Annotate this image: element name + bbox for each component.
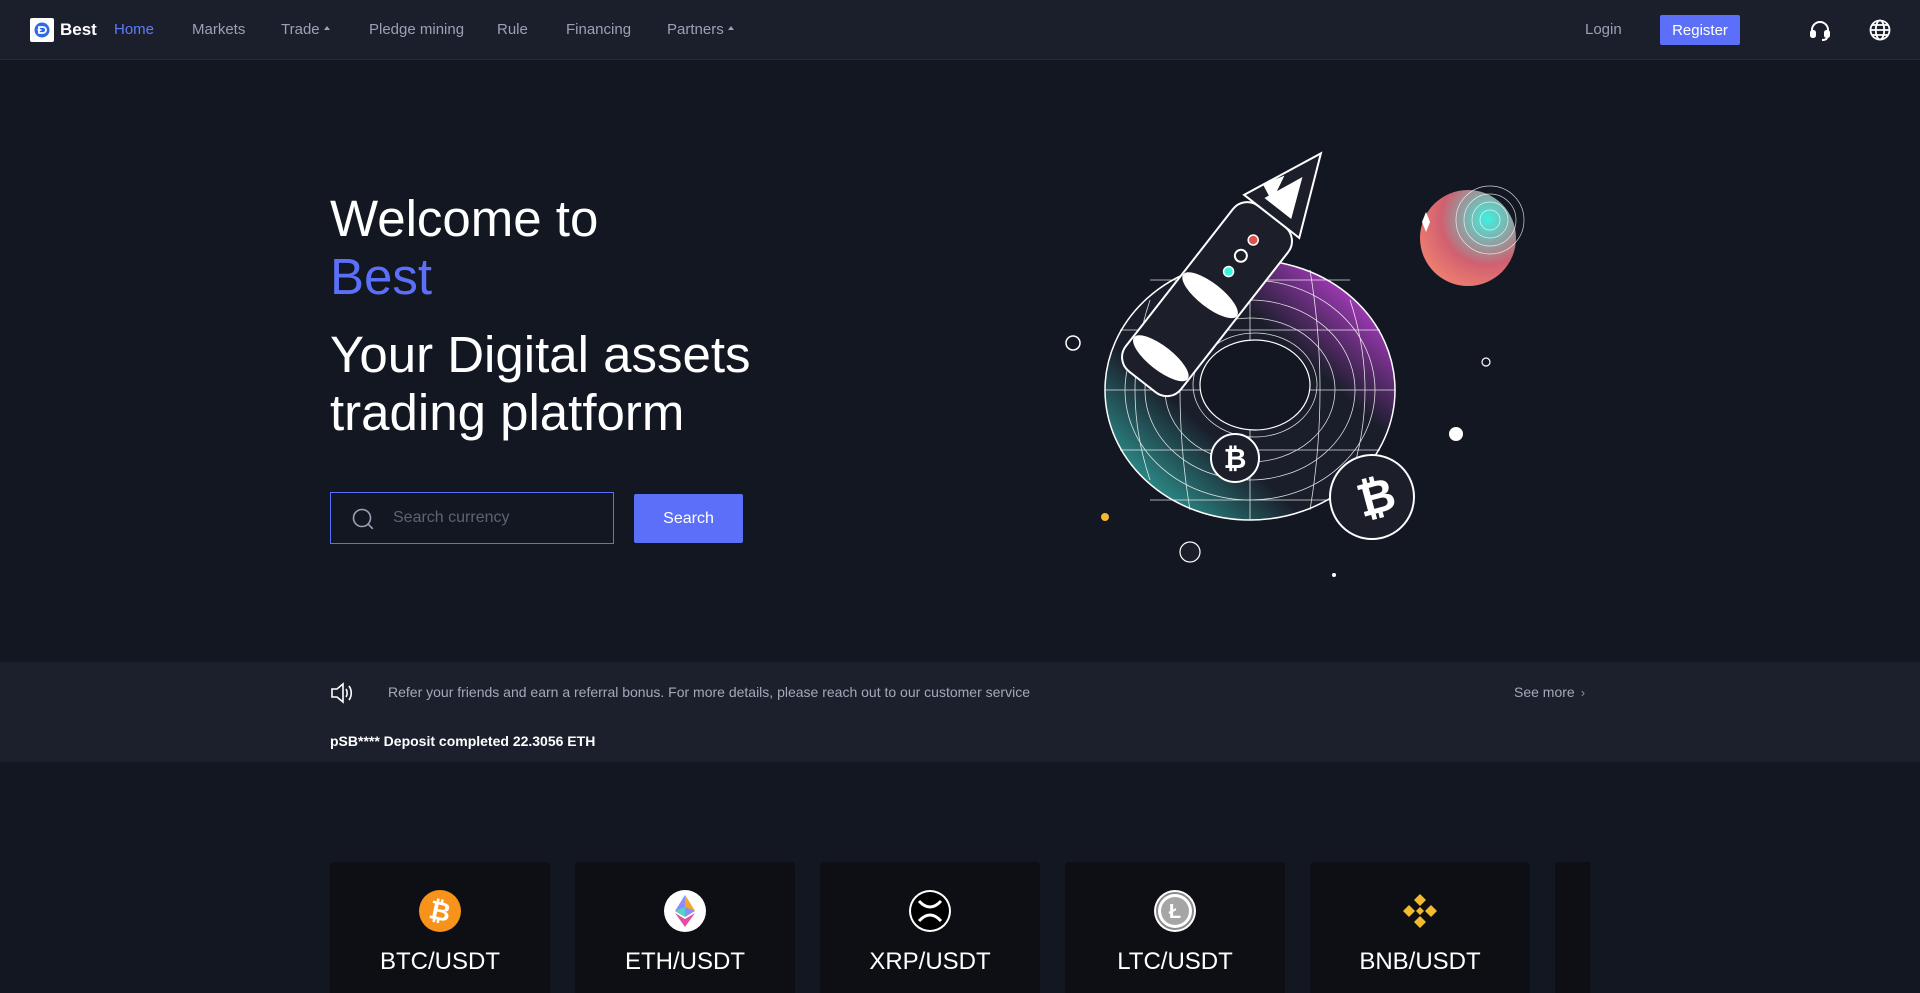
- speaker-icon: [330, 682, 354, 709]
- see-more-link[interactable]: See more ›: [1514, 684, 1585, 700]
- globe-icon[interactable]: [1868, 18, 1892, 42]
- notice-text: Refer your friends and earn a referral b…: [388, 684, 1030, 700]
- hero-welcome: Welcome to: [330, 190, 599, 247]
- see-more-label: See more: [1514, 684, 1575, 700]
- market-cards: ₿ BTC/USDT ETH/USDT XRP/USDT Ł LTC/USDT …: [330, 862, 1590, 993]
- search-input[interactable]: [393, 493, 603, 543]
- search-button[interactable]: Search: [634, 494, 743, 543]
- hero-tagline-1: Your Digital assets: [330, 326, 751, 383]
- caret-up-icon: [727, 26, 734, 31]
- ethereum-icon: [664, 890, 706, 932]
- nav-pledge-mining[interactable]: Pledge mining: [369, 21, 464, 38]
- svg-text:₿: ₿: [1224, 443, 1247, 474]
- xrp-icon: [909, 890, 951, 932]
- top-navbar: Best Home Markets Trade Pledge mining Ru…: [0, 0, 1920, 60]
- market-card-btc[interactable]: ₿ BTC/USDT: [330, 862, 550, 993]
- notice-bar: Refer your friends and earn a referral b…: [0, 662, 1920, 762]
- search-icon: [351, 507, 375, 536]
- market-card-xrp[interactable]: XRP/USDT: [820, 862, 1040, 993]
- rocket-illustration: ₿ ₿: [1065, 151, 1525, 577]
- chevron-right-icon: ›: [1580, 685, 1586, 700]
- litecoin-icon: Ł: [1154, 890, 1196, 932]
- market-pair: XRP/USDT: [869, 948, 991, 975]
- hero-tagline-2: trading platform: [330, 384, 685, 441]
- nav-rule[interactable]: Rule: [497, 21, 528, 38]
- market-pair: BNB/USDT: [1359, 948, 1481, 975]
- headset-icon[interactable]: [1808, 18, 1832, 42]
- login-link[interactable]: Login: [1585, 21, 1622, 38]
- market-pair: ETH/USDT: [625, 948, 745, 975]
- market-pair: BTC/USDT: [380, 948, 500, 975]
- nav-markets[interactable]: Markets: [192, 21, 245, 38]
- nav-trade-label: Trade: [281, 21, 320, 38]
- brand-name: Best: [60, 20, 97, 39]
- register-button[interactable]: Register: [1660, 15, 1740, 45]
- market-card-bnb[interactable]: BNB/USDT: [1310, 862, 1530, 993]
- bnb-icon: [1399, 890, 1441, 932]
- market-card-partial[interactable]: [1555, 862, 1590, 993]
- nav-financing[interactable]: Financing: [566, 21, 631, 38]
- brand-logo[interactable]: Best: [30, 18, 97, 42]
- nav-partners[interactable]: Partners: [667, 21, 734, 38]
- nav-partners-label: Partners: [667, 21, 724, 38]
- nav-home[interactable]: Home: [114, 21, 154, 38]
- bitcoin-icon: ₿: [419, 890, 461, 932]
- deposit-ticker: pSB**** Deposit completed 22.3056 ETH: [330, 733, 596, 749]
- market-pair: LTC/USDT: [1117, 948, 1233, 975]
- currency-search: [330, 492, 614, 544]
- market-card-ltc[interactable]: Ł LTC/USDT: [1065, 862, 1285, 993]
- caret-up-icon: [323, 26, 330, 31]
- nav-trade[interactable]: Trade: [281, 21, 330, 38]
- hero-brand: Best: [330, 248, 433, 305]
- logo-icon: [30, 18, 54, 42]
- market-card-eth[interactable]: ETH/USDT: [575, 862, 795, 993]
- svg-text:Ł: Ł: [1169, 901, 1181, 923]
- svg-text:₿: ₿: [427, 894, 454, 928]
